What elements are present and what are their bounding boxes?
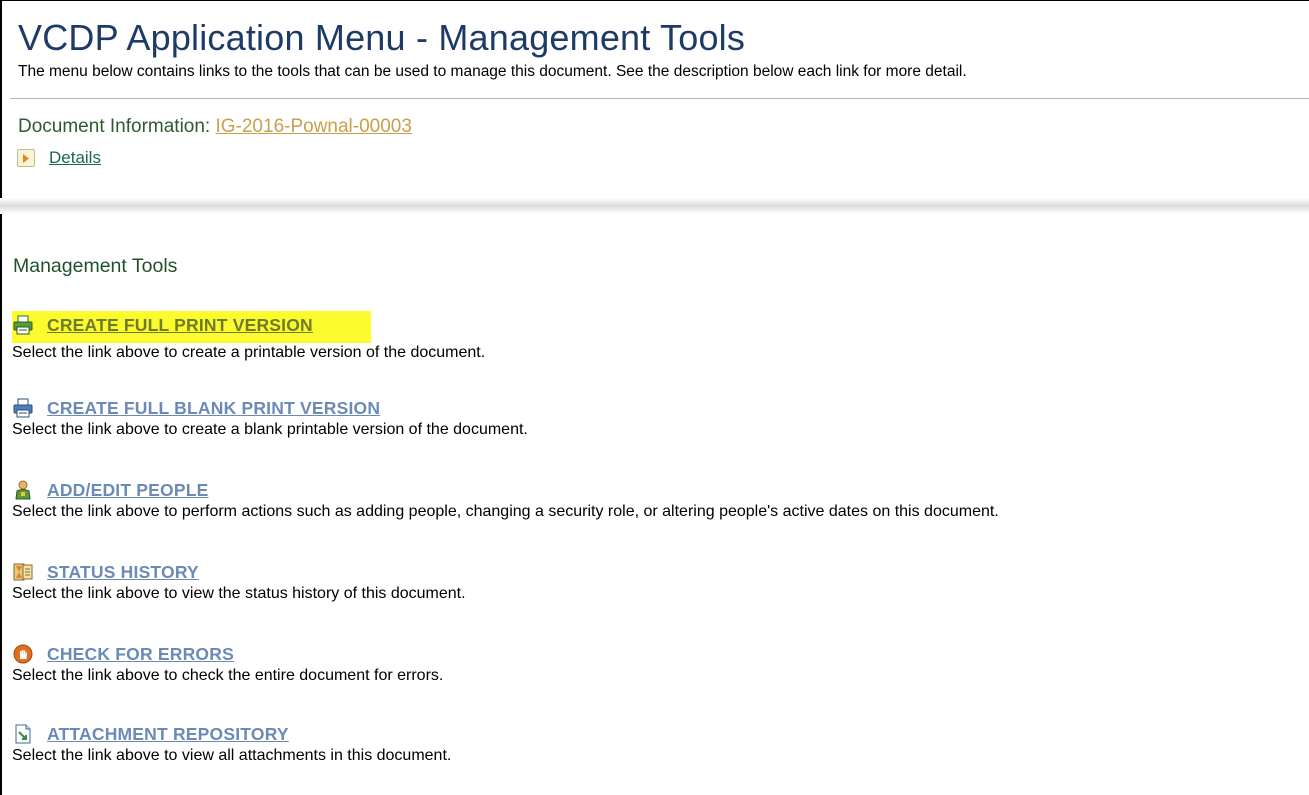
header-divider [10,98,1309,99]
tool-status-history: STATUS HISTORY Select the link above to … [12,560,466,604]
page-title: VCDP Application Menu - Management Tools [18,17,746,58]
tool-create-full-print: CREATE FULL PRINT VERSION Select the lin… [12,311,485,363]
document-info-label: Document Information: [18,116,216,137]
tool-description: Select the link above to create a printa… [12,344,486,361]
printer-blue-icon [12,397,34,419]
tool-description: Select the link above to perform actions… [12,503,999,520]
printer-green-icon [12,314,34,336]
tool-link-row: STATUS HISTORY [12,560,466,584]
page-subtitle: The menu below contains links to the too… [18,63,967,80]
expand-arrow-icon[interactable] [17,149,35,167]
tool-link-row: CREATE FULL BLANK PRINT VERSION [12,396,528,420]
tool-link-row: CREATE FULL PRINT VERSION [12,311,371,343]
check-for-errors-link[interactable]: CHECK FOR ERRORS [47,644,234,665]
hourglass-history-icon [12,561,34,583]
tool-create-full-blank-print: CREATE FULL BLANK PRINT VERSION Select t… [12,396,528,440]
person-icon [12,479,34,501]
section-title: Management Tools [13,255,178,277]
frame-top-border [0,0,1309,1]
tool-link-row: ADD/EDIT PEOPLE [12,478,999,502]
section-separator [0,198,1309,214]
tool-add-edit-people: ADD/EDIT PEOPLE Select the link above to… [12,478,999,522]
attachment-repository-link[interactable]: ATTACHMENT REPOSITORY [47,724,289,745]
details-link[interactable]: Details [49,148,101,168]
stop-hand-icon [12,643,34,665]
tool-check-for-errors: CHECK FOR ERRORS Select the link above t… [12,642,443,686]
tool-description: Select the link above to view all attach… [12,747,452,764]
tool-description: Select the link above to create a blank … [12,421,528,438]
tool-description: Select the link above to view the status… [12,585,466,602]
create-full-blank-print-version-link[interactable]: CREATE FULL BLANK PRINT VERSION [47,398,380,419]
create-full-print-version-link[interactable]: CREATE FULL PRINT VERSION [47,315,313,336]
tool-attachment-repository: ATTACHMENT REPOSITORY Select the link ab… [12,722,451,766]
attachment-document-icon [12,723,34,745]
add-edit-people-link[interactable]: ADD/EDIT PEOPLE [47,480,209,501]
tool-link-row: ATTACHMENT REPOSITORY [12,722,451,746]
status-history-link[interactable]: STATUS HISTORY [47,562,199,583]
document-information: Document Information: IG-2016-Pownal-000… [18,116,412,138]
tool-link-row: CHECK FOR ERRORS [12,642,443,666]
frame-left-border [0,0,2,795]
details-toggle-row: Details [17,148,101,168]
page-header: VCDP Application Menu - Management Tools… [18,16,967,81]
tool-description: Select the link above to check the entir… [12,667,444,684]
document-id-link[interactable]: IG-2016-Pownal-00003 [215,116,411,137]
